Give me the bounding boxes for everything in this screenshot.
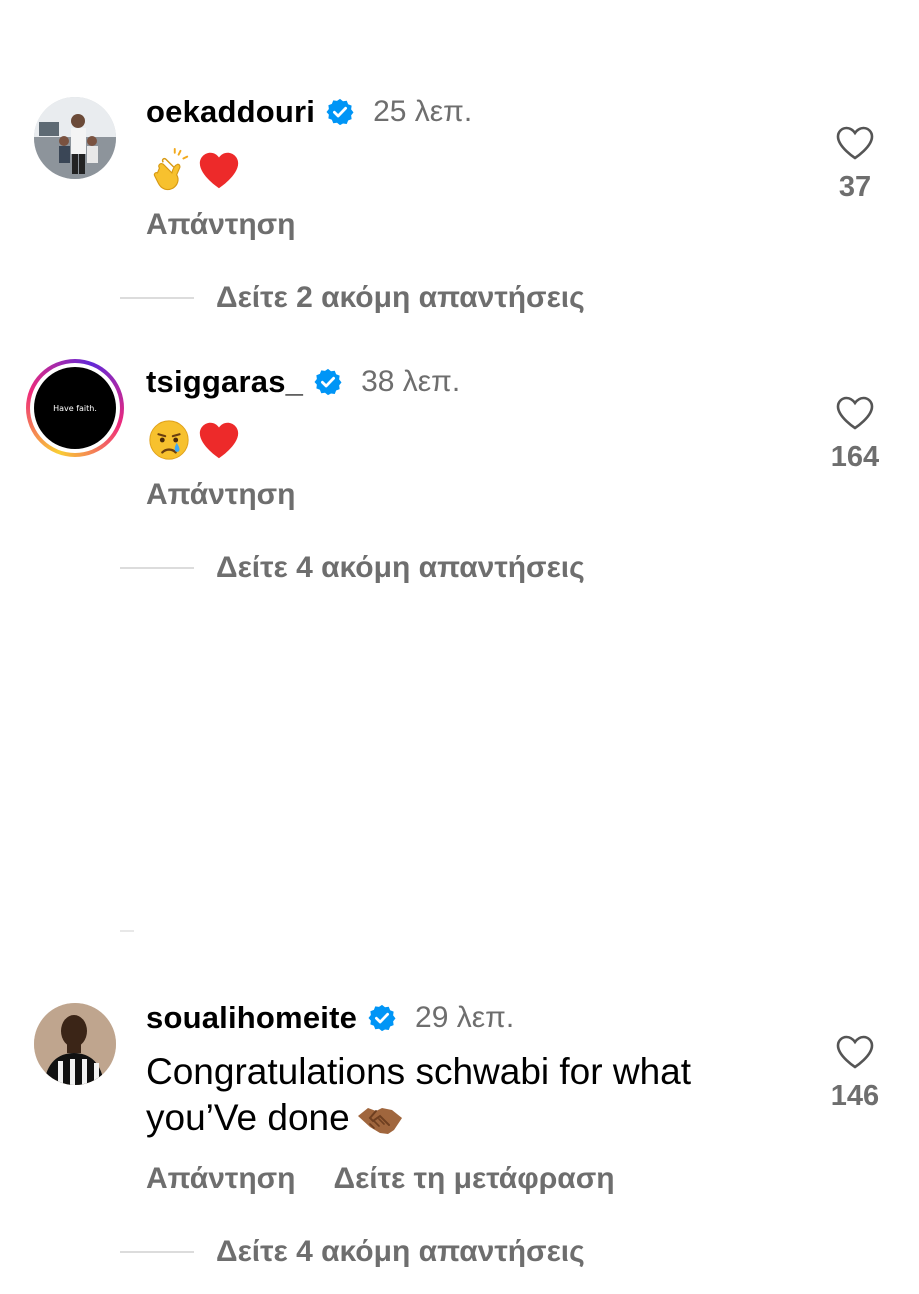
reply-button[interactable]: Απάντηση bbox=[146, 208, 296, 242]
replies-divider-line bbox=[120, 567, 194, 569]
heart-outline-icon[interactable] bbox=[835, 1034, 875, 1070]
username[interactable]: oekaddouri bbox=[146, 94, 315, 130]
see-translation-button[interactable]: Δείτε τη μετάφραση bbox=[334, 1162, 615, 1196]
comment-text-line: Congratulations schwabi for what bbox=[146, 1051, 692, 1092]
like-control: 146 bbox=[820, 1034, 890, 1113]
view-more-replies[interactable]: Δείτε 2 ακόμη απαντήσεις bbox=[120, 281, 585, 315]
username[interactable]: tsiggaras_ bbox=[146, 364, 303, 400]
divider bbox=[120, 930, 134, 932]
avatar[interactable] bbox=[34, 1003, 116, 1085]
comment-text: Congratulations schwabi for what you’Ve … bbox=[146, 1049, 796, 1141]
avatar-text: Have faith. bbox=[53, 403, 97, 413]
timestamp: 29 λεπ. bbox=[415, 1001, 515, 1034]
red-heart-icon bbox=[199, 422, 239, 459]
replies-divider-line bbox=[120, 1251, 194, 1253]
view-more-replies[interactable]: Δείτε 4 ακόμη απαντήσεις bbox=[120, 1235, 585, 1269]
view-more-replies-label: Δείτε 4 ακόμη απαντήσεις bbox=[216, 551, 585, 584]
view-more-replies-label: Δείτε 2 ακόμη απαντήσεις bbox=[216, 281, 585, 314]
verified-badge-icon bbox=[314, 368, 342, 396]
verified-badge-icon bbox=[326, 98, 354, 126]
comment-text bbox=[146, 417, 796, 463]
handshake-icon bbox=[357, 1108, 402, 1135]
avatar-story-ring[interactable]: Have faith. bbox=[26, 359, 124, 457]
timestamp: 38 λεπ. bbox=[361, 365, 461, 398]
reply-button[interactable]: Απάντηση bbox=[146, 1162, 296, 1196]
red-heart-icon bbox=[199, 152, 239, 189]
verified-badge-icon bbox=[368, 1004, 396, 1032]
clapping-hands-icon bbox=[153, 147, 189, 191]
like-count: 37 bbox=[838, 171, 872, 203]
replies-divider-line bbox=[120, 297, 194, 299]
username[interactable]: soualihomeite bbox=[146, 1000, 357, 1036]
avatar[interactable] bbox=[34, 97, 116, 179]
crying-face-icon bbox=[149, 420, 189, 460]
like-control: 164 bbox=[820, 395, 890, 474]
like-control: 37 bbox=[820, 125, 890, 204]
like-count: 164 bbox=[830, 441, 880, 473]
timestamp: 25 λεπ. bbox=[373, 95, 473, 128]
like-count: 146 bbox=[830, 1080, 880, 1112]
heart-outline-icon[interactable] bbox=[835, 125, 875, 161]
view-more-replies[interactable]: Δείτε 4 ακόμη απαντήσεις bbox=[120, 551, 585, 585]
view-more-replies-label: Δείτε 4 ακόμη απαντήσεις bbox=[216, 1235, 585, 1268]
comment-text-line-2: you’Ve done bbox=[146, 1095, 796, 1141]
comment-text bbox=[146, 147, 796, 193]
heart-outline-icon[interactable] bbox=[835, 395, 875, 431]
reply-button[interactable]: Απάντηση bbox=[146, 478, 296, 512]
